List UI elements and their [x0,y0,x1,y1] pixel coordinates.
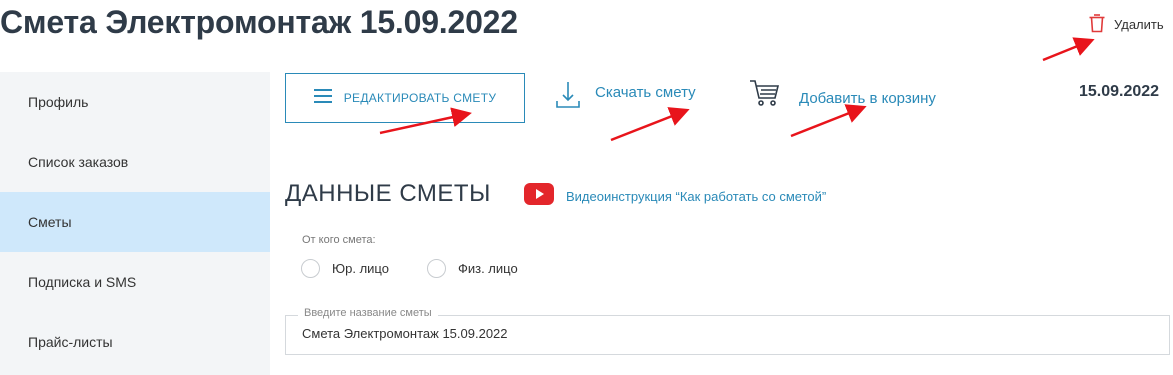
sidebar-item-estimates[interactable]: Сметы [0,192,270,252]
annotation-arrow-delete [1042,37,1095,62]
add-to-cart-label: Добавить в корзину [799,90,936,107]
page-title: Смета Электромонтаж 15.09.2022 [0,4,518,40]
radio-label: Юр. лицо [332,261,389,276]
estimate-name-field: Введите название сметы [285,307,1170,355]
estimate-date: 15.09.2022 [1079,83,1160,100]
section-title: ДАННЫЕ СМЕТЫ [285,180,491,207]
shopping-cart-icon [749,78,781,113]
download-icon [555,80,581,115]
sidebar-item-subscription[interactable]: Подписка и SMS [0,252,270,312]
annotation-arrow-download [610,107,690,142]
delete-button[interactable]: Удалить [1088,13,1164,36]
entity-type-radio-group: Юр. лицо Физ. лицо [301,259,518,278]
download-estimate-link[interactable]: Скачать смету [555,80,696,115]
sidebar: Профиль Список заказов Сметы Подписка и … [0,72,270,375]
video-instruction-label: Видеоинструкция “Как работать со сметой” [566,189,827,204]
sidebar-item-profile[interactable]: Профиль [0,72,270,132]
radio-legal-entity[interactable]: Юр. лицо [301,259,389,278]
sidebar-item-price-lists[interactable]: Прайс-листы [0,312,270,372]
download-estimate-label: Скачать смету [595,84,696,101]
sidebar-item-orders[interactable]: Список заказов [0,132,270,192]
hamburger-menu-icon [313,88,332,108]
trash-icon [1088,13,1106,36]
radio-circle[interactable] [301,259,320,278]
radio-label: Физ. лицо [457,261,518,276]
video-instruction-link[interactable]: Видеоинструкция “Как работать со сметой” [524,182,826,211]
estimate-name-legend: Введите название сметы [298,307,438,319]
edit-estimate-label: РЕДАКТИРОВАТЬ СМЕТУ [343,91,497,105]
radio-circle[interactable] [426,259,446,278]
delete-label: Удалить [1114,17,1164,32]
edit-estimate-button[interactable]: РЕДАКТИРОВАТЬ СМЕТУ [285,73,525,123]
estimate-name-input[interactable] [302,326,1142,341]
youtube-icon [524,182,554,211]
from-label: От кого смета: [302,234,376,246]
add-to-cart-link[interactable]: Добавить в корзину [749,78,936,113]
radio-individual[interactable]: Физ. лицо [426,259,518,278]
